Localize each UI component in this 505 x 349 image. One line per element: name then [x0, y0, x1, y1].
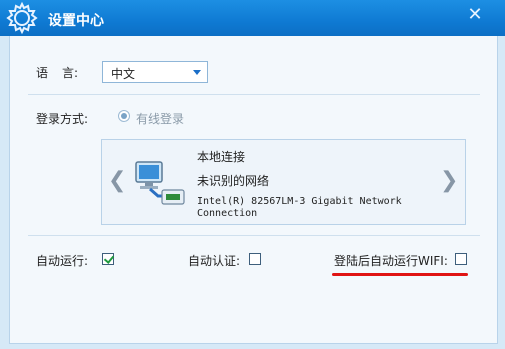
chevron-down-icon [193, 70, 201, 75]
auto-wifi-checkbox[interactable] [455, 253, 467, 265]
settings-window: 设置中心 ✕ 语 言: 中文 登录方式: 有线登录 ❮ 本地连接 未识别的网络 … [0, 0, 505, 349]
gear-icon [6, 1, 38, 35]
adapter-name: Intel(R) 82567LM-3 Gigabit Network Conne… [197, 196, 402, 219]
divider [28, 235, 480, 236]
chevron-left-icon[interactable]: ❮ [108, 168, 126, 193]
language-select-value: 中文 [111, 67, 136, 81]
computer-network-icon [135, 161, 185, 205]
language-label-part1: 语 [36, 66, 49, 80]
auto-wifi-label: 登陆后自动运行WIFI: [334, 254, 448, 268]
login-method-label: 登录方式: [36, 112, 89, 126]
auto-auth-checkbox[interactable] [249, 253, 261, 265]
network-status: 未识别的网络 [197, 174, 270, 188]
language-select[interactable]: 中文 [102, 61, 208, 83]
auto-run-checkbox[interactable] [102, 253, 114, 265]
chevron-right-icon[interactable]: ❯ [440, 168, 458, 193]
connection-card: ❮ 本地连接 未识别的网络 Intel(R) 82567LM-3 Gigabit… [101, 139, 466, 225]
auto-auth-label: 自动认证: [188, 254, 241, 268]
divider [28, 94, 480, 95]
connection-name: 本地连接 [197, 150, 246, 164]
auto-run-label: 自动运行: [36, 254, 89, 268]
highlight-underline [332, 273, 468, 276]
settings-panel: 语 言: 中文 登录方式: 有线登录 ❮ 本地连接 未识别的网络 Intel(R… [9, 36, 498, 344]
wired-login-label: 有线登录 [136, 112, 185, 126]
language-label-part2: 言: [62, 66, 79, 80]
window-title: 设置中心 [48, 13, 104, 29]
title-bar[interactable]: 设置中心 ✕ [0, 0, 505, 36]
close-button[interactable]: ✕ [460, 4, 490, 26]
wired-login-radio[interactable] [118, 110, 130, 122]
